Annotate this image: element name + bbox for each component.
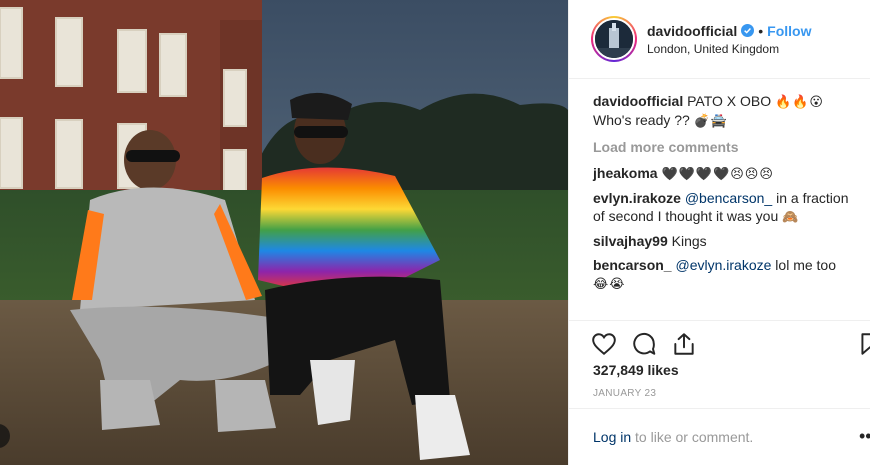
verified-badge-icon (741, 24, 755, 37)
comment-item: evlyn.irakoze @bencarson_ in a fraction … (593, 189, 854, 226)
instagram-post: davidoofficial • Follow London, United K… (0, 0, 870, 465)
post-side-panel: davidoofficial • Follow London, United K… (568, 0, 870, 465)
comment-username[interactable]: silvajhay99 (593, 233, 668, 249)
comment-mention[interactable]: @bencarson_ (685, 190, 772, 206)
comment-item: jheakoma 🖤🖤🖤🖤😣😣😣 (593, 164, 854, 183)
bookmark-icon[interactable] (857, 331, 870, 357)
more-options-button[interactable]: ••• (859, 426, 870, 447)
comments-list: davidoofficial PATO X OBO 🔥🔥😮 Who's read… (569, 79, 870, 293)
avatar-story-ring[interactable] (591, 16, 637, 62)
post-header: davidoofficial • Follow London, United K… (569, 0, 870, 79)
load-more-comments-button[interactable]: Load more comments (593, 138, 854, 156)
avatar-image (595, 20, 633, 58)
comment-icon[interactable] (631, 331, 657, 357)
share-icon[interactable] (671, 331, 697, 357)
follow-button[interactable]: Follow (767, 23, 811, 39)
caption-text: PATO X OBO (687, 93, 772, 109)
comment-item: silvajhay99 Kings (593, 232, 854, 250)
comment-emojis: 🙈 (782, 209, 800, 224)
avatar[interactable] (593, 18, 635, 60)
comment-emojis: 🖤🖤🖤🖤😣😣😣 (661, 166, 774, 181)
photo-illustration (0, 0, 568, 465)
comment-username[interactable]: evlyn.irakoze (593, 190, 681, 206)
caption-username[interactable]: davidoofficial (593, 93, 683, 109)
comment-emojis: 😂😭 (593, 276, 626, 291)
caption-text-2: Who's ready ?? (593, 112, 690, 128)
comment-text: Kings (671, 233, 707, 249)
comment-username[interactable]: jheakoma (593, 165, 658, 181)
likes-count[interactable]: 327,849 likes (593, 362, 679, 378)
login-link[interactable]: Log in (593, 429, 631, 445)
caption: davidoofficial PATO X OBO 🔥🔥😮 Who's read… (593, 92, 854, 130)
caption-emojis: 🔥🔥😮 (775, 94, 824, 109)
separator-dot: • (758, 22, 764, 39)
post-location[interactable]: London, United Kingdom (647, 42, 811, 56)
post-photo[interactable] (0, 0, 568, 465)
login-bar: Log in to like or comment. ••• (569, 408, 870, 465)
login-prompt-text: to like or comment. (635, 429, 754, 445)
post-date[interactable]: JANUARY 23 (593, 388, 656, 399)
post-actions (569, 320, 870, 360)
login-prompt: Log in to like or comment. (593, 429, 753, 445)
comment-text: lol me too (775, 257, 836, 273)
comment-mention[interactable]: @evlyn.irakoze (675, 257, 771, 273)
comment-username[interactable]: bencarson_ (593, 257, 672, 273)
comment-item: bencarson_ @evlyn.irakoze lol me too 😂😭 (593, 256, 854, 293)
caption-emojis-2: 💣🚔 (693, 113, 729, 128)
post-author-username[interactable]: davidoofficial (647, 23, 737, 39)
heart-icon[interactable] (591, 331, 617, 357)
